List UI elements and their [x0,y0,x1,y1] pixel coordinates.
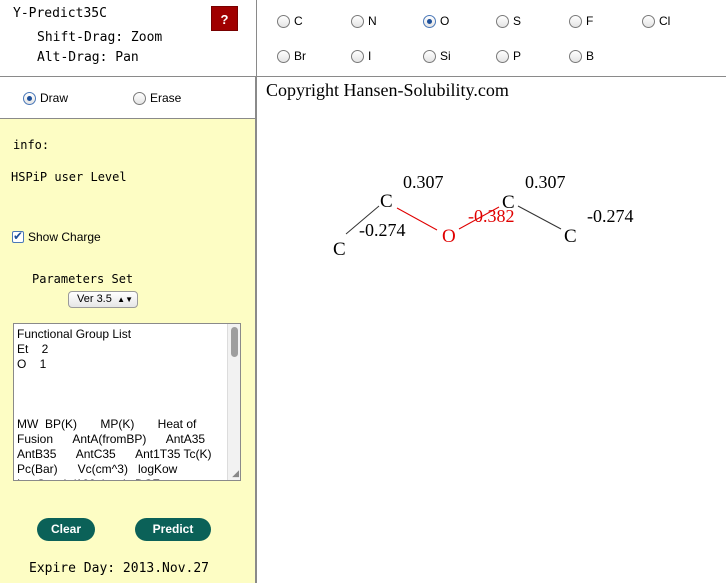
element-radio-c[interactable] [277,15,290,28]
element-label-b[interactable]: B [586,49,594,63]
molecule-canvas[interactable]: Copyright Hansen-Solubility.com C C O C … [256,76,726,583]
erase-label[interactable]: Erase [150,91,181,105]
show-charge-label[interactable]: Show Charge [28,230,101,244]
atom-c1[interactable]: C [333,239,346,260]
element-label-p[interactable]: P [513,49,521,63]
parameters-set-label: Parameters Set [32,272,134,286]
predict-button[interactable]: Predict [135,518,211,541]
element-radio-p[interactable] [496,50,509,63]
functional-group-text: Functional Group List Et 2 O 1 MW BP(K) … [17,327,212,480]
element-radio-i[interactable] [351,50,364,63]
draw-radio[interactable] [23,92,36,105]
element-radio-s[interactable] [496,15,509,28]
atom-c4[interactable]: C [564,226,577,247]
element-label-o[interactable]: O [440,14,449,28]
element-radio-b[interactable] [569,50,582,63]
charge-c1: -0.274 [359,220,406,240]
element-radio-o[interactable] [423,15,436,28]
atom-c2[interactable]: C [380,191,393,212]
pan-hint: Alt-Drag: Pan [37,50,139,65]
element-label-n[interactable]: N [368,14,377,28]
charge-c4: -0.274 [587,206,634,226]
element-radio-cl[interactable] [642,15,655,28]
element-radio-br[interactable] [277,50,290,63]
user-level-text: HSPiP user Level [11,170,127,184]
clear-button[interactable]: Clear [37,518,95,541]
element-label-si[interactable]: Si [440,49,451,63]
expire-date: Expire Day: 2013.Nov.27 [29,561,210,576]
erase-radio[interactable] [133,92,146,105]
info-label: info: [13,138,50,152]
element-radio-si[interactable] [423,50,436,63]
molecule-drawing[interactable]: C C O C C -0.274 0.307 -0.382 0.307 -0.2… [257,77,726,583]
draw-label[interactable]: Draw [40,91,68,105]
element-label-f[interactable]: F [586,14,593,28]
textarea-scrollbar[interactable] [227,324,240,480]
select-arrows-icon: ▲▼ [117,295,133,304]
app-header: Y-Predict35C Shift-Drag: Zoom Alt-Drag: … [0,0,256,76]
mode-selector: Draw Erase [0,76,256,118]
element-label-cl[interactable]: Cl [659,14,670,28]
version-select[interactable]: Ver 3.5 ▲▼ [68,291,138,308]
element-label-c[interactable]: C [294,14,303,28]
version-value: Ver 3.5 [77,293,112,305]
bond-c3-c4[interactable] [517,205,562,230]
element-label-i[interactable]: I [368,49,371,63]
atom-o1[interactable]: O [442,226,456,247]
charge-c3: 0.307 [525,172,566,192]
element-selector: C N O S F Cl Br I Si P B [256,0,726,76]
resize-grip-icon[interactable]: ◢ [232,468,239,479]
help-button[interactable]: ? [211,6,238,31]
checkbox-icon[interactable] [12,229,24,243]
functional-group-textarea[interactable]: Functional Group List Et 2 O 1 MW BP(K) … [13,323,241,481]
charge-o1: -0.382 [468,206,515,226]
info-panel: info: HSPiP user Level Show Charge Param… [0,118,256,583]
element-label-br[interactable]: Br [294,49,306,63]
element-radio-f[interactable] [569,15,582,28]
element-radio-n[interactable] [351,15,364,28]
element-label-s[interactable]: S [513,14,521,28]
zoom-hint: Shift-Drag: Zoom [37,30,163,45]
charge-c2: 0.307 [403,172,444,192]
app-title: Y-Predict35C [13,6,107,21]
scrollbar-thumb[interactable] [231,327,238,357]
